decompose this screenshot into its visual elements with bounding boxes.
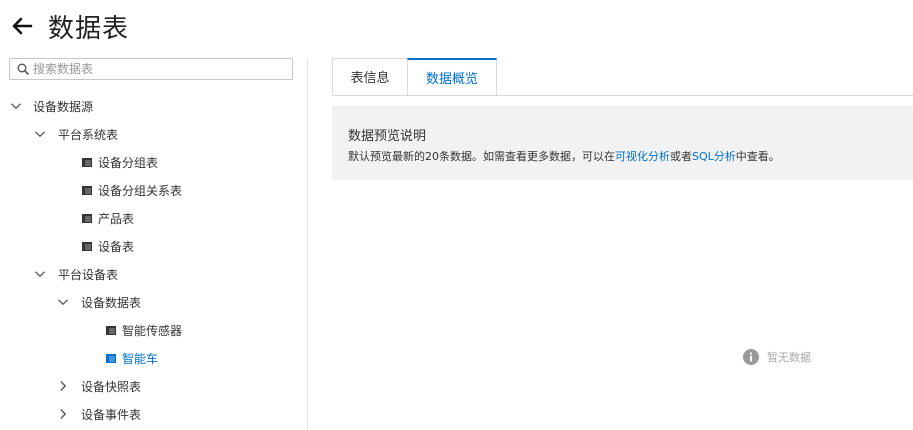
tree-node-device-event[interactable]: 设备事件表 [57, 400, 141, 428]
table-icon [82, 241, 92, 251]
notice-text: 默认预览最新的20条数据。如需查看更多数据，可以在可视化分析或者SQL分析中查看… [348, 148, 780, 164]
page-title: 数据表 [48, 13, 130, 44]
chevron-down-icon[interactable] [57, 296, 69, 308]
page-header: 数据表 [10, 6, 129, 46]
tree-label: 设备数据源 [33, 99, 94, 114]
notice-text-end: 中查看。 [735, 150, 780, 163]
search-box[interactable] [9, 58, 293, 80]
tree-label: 设备事件表 [81, 407, 142, 422]
tree-leaf-smart-car[interactable]: 智能车 [106, 344, 158, 372]
tree-leaf-device-group-rel[interactable]: 设备分组关系表 [82, 176, 182, 204]
tree-label: 平台设备表 [58, 267, 119, 282]
tree-label: 设备表 [98, 239, 135, 254]
notice-text-middle: 或者 [670, 150, 692, 163]
preview-notice: 数据预览说明 默认预览最新的20条数据。如需查看更多数据，可以在可视化分析或者S… [332, 106, 913, 180]
chevron-right-icon[interactable] [57, 380, 69, 392]
search-input[interactable] [33, 62, 273, 76]
tree-node-platform-device[interactable]: 平台设备表 [34, 260, 118, 288]
table-icon [82, 213, 92, 223]
table-icon [106, 353, 116, 363]
tree-label: 设备分组关系表 [98, 183, 183, 198]
notice-title: 数据预览说明 [348, 129, 427, 144]
notice-text-start: 默认预览最新的20条数据。如需查看更多数据，可以在 [348, 150, 615, 163]
search-icon [17, 63, 29, 75]
table-icon [82, 157, 92, 167]
tree-label: 平台系统表 [58, 127, 119, 142]
tree-leaf-device[interactable]: 设备表 [82, 232, 134, 260]
tree-leaf-device-group[interactable]: 设备分组表 [82, 148, 158, 176]
chevron-down-icon[interactable] [10, 100, 22, 112]
tree-node-device-source[interactable]: 设备数据源 [10, 92, 93, 120]
info-icon [743, 349, 759, 365]
tab-table-info[interactable]: 表信息 [332, 58, 408, 94]
tree-label: 产品表 [98, 211, 135, 226]
tree-label: 智能传感器 [122, 323, 183, 338]
tree-label: 设备分组表 [98, 155, 159, 170]
tree-node-device-data[interactable]: 设备数据表 [57, 288, 141, 316]
tab-bar: 表信息 数据概览 [332, 58, 913, 96]
tree-label: 智能车 [122, 351, 159, 366]
chevron-right-icon[interactable] [57, 408, 69, 420]
sql-analysis-link[interactable]: SQL分析 [692, 150, 736, 163]
tree-leaf-smart-sensor[interactable]: 智能传感器 [106, 316, 182, 344]
tree-leaf-product[interactable]: 产品表 [82, 204, 134, 232]
chevron-down-icon[interactable] [34, 268, 46, 280]
table-icon [82, 185, 92, 195]
empty-state: 暂无数据 [743, 349, 811, 365]
visual-analysis-link[interactable]: 可视化分析 [615, 150, 670, 163]
tree-label: 设备数据表 [81, 295, 142, 310]
tab-data-overview[interactable]: 数据概览 [407, 58, 497, 95]
chevron-down-icon[interactable] [34, 128, 46, 140]
empty-text: 暂无数据 [767, 351, 811, 364]
tree-node-device-snapshot[interactable]: 设备快照表 [57, 372, 141, 400]
table-icon [106, 325, 116, 335]
tree-label: 设备快照表 [81, 379, 142, 394]
arrow-left-icon[interactable] [10, 14, 34, 38]
tree-node-platform-system[interactable]: 平台系统表 [34, 120, 118, 148]
sidebar: 设备数据源 平台系统表 设备分组表 设备分组关系表 产品表 设备表 平台设备表 [0, 58, 308, 430]
